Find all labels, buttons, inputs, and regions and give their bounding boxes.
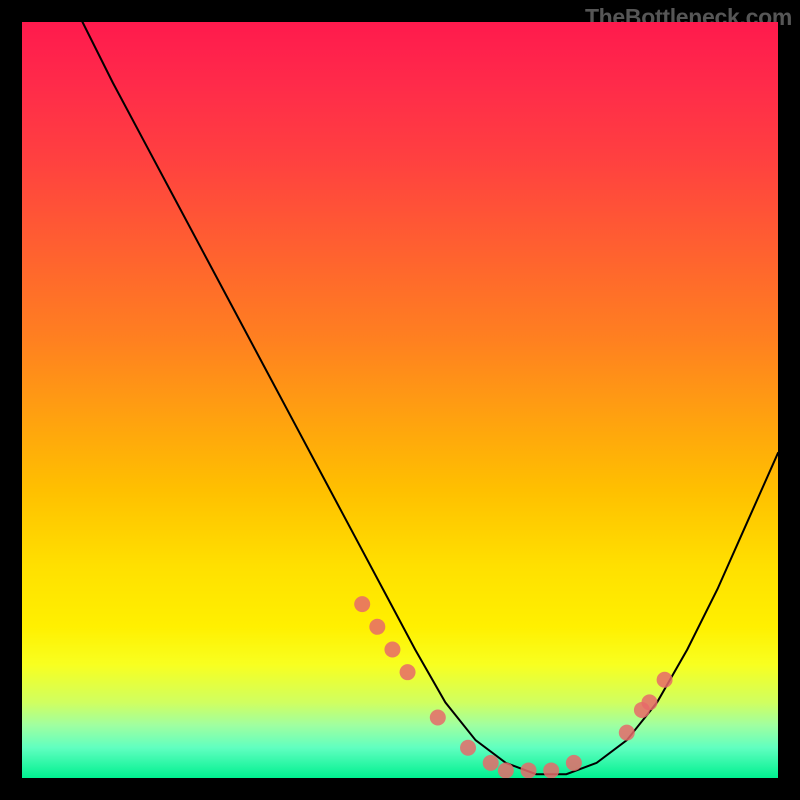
- marker-point: [521, 762, 537, 778]
- marker-point: [619, 725, 635, 741]
- plot-gradient-area: [22, 22, 778, 778]
- marker-point: [641, 694, 657, 710]
- marker-point: [498, 762, 514, 778]
- marker-point: [483, 755, 499, 771]
- bottleneck-curve: [82, 22, 778, 774]
- marker-point: [384, 641, 400, 657]
- marker-point: [657, 672, 673, 688]
- marker-point: [354, 596, 370, 612]
- chart-container: TheBottleneck.com: [0, 0, 800, 800]
- marker-point: [543, 762, 559, 778]
- marker-point: [400, 664, 416, 680]
- marker-point: [369, 619, 385, 635]
- curve-svg: [22, 22, 778, 778]
- marker-point: [566, 755, 582, 771]
- marker-point: [430, 710, 446, 726]
- marker-point: [460, 740, 476, 756]
